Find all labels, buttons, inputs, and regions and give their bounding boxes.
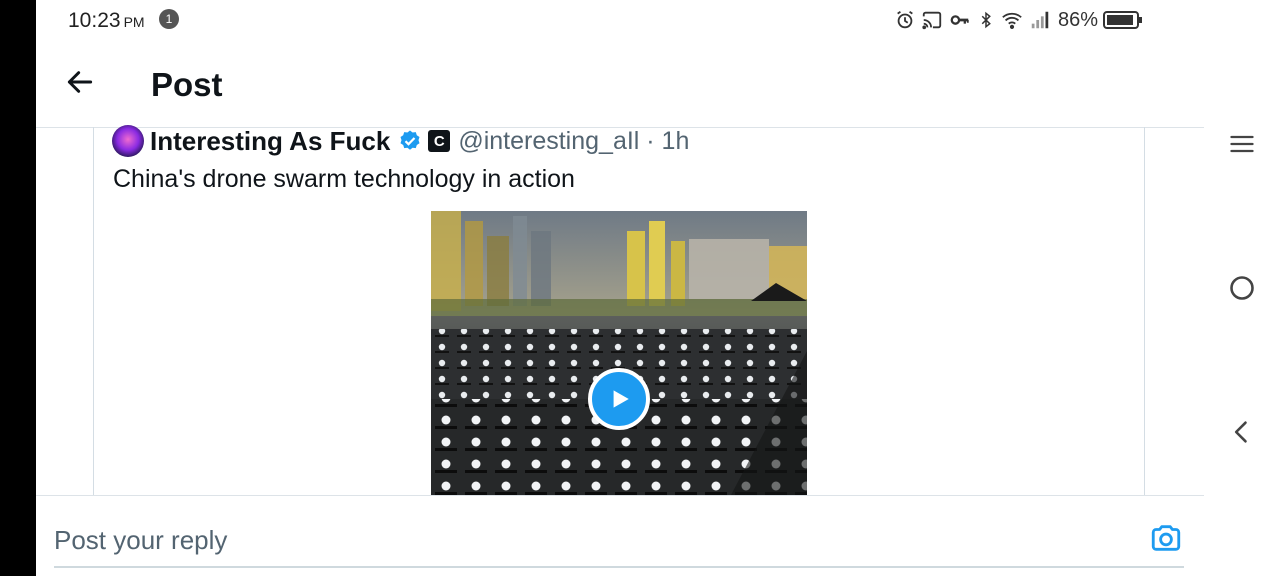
app-screen: 10:23 PM 1 86% Post Interesting As Fuck C [36, 0, 1204, 576]
video-frame-image [431, 211, 807, 495]
home-icon [1230, 276, 1254, 300]
alarm-icon [897, 10, 913, 29]
notification-badge: 1 [159, 9, 179, 29]
author-name[interactable]: Interesting As Fuck [150, 126, 390, 157]
camera-button[interactable] [1146, 518, 1186, 558]
verified-badge-icon [398, 129, 422, 153]
status-bar: 10:23 PM 1 86% [36, 0, 1204, 40]
reply-divider [36, 495, 1204, 496]
status-time: 10:23 PM [68, 9, 145, 33]
cast-icon [922, 11, 942, 30]
back-button[interactable] [60, 62, 100, 102]
post-text: China's drone swarm technology in action [113, 165, 575, 193]
top-app-bar: Post [36, 50, 1204, 122]
affiliate-badge-icon: C [428, 130, 451, 152]
page-title: Post [151, 66, 223, 103]
recents-icon [1230, 135, 1254, 153]
back-icon [1234, 421, 1247, 443]
reply-underline [54, 566, 1184, 568]
arrow-left-icon [67, 71, 93, 93]
battery-icon [1103, 11, 1143, 29]
home-button[interactable] [1222, 268, 1262, 308]
quoted-post-card[interactable]: Interesting As Fuck C @interesting_aIl ·… [93, 125, 1145, 495]
system-nav-bar [1204, 0, 1280, 576]
play-button[interactable] [588, 368, 650, 430]
recents-button[interactable] [1222, 124, 1262, 164]
avatar[interactable] [112, 125, 144, 157]
bluetooth-icon [981, 11, 991, 29]
author-row: Interesting As Fuck C @interesting_aIl ·… [112, 125, 690, 157]
clock-ampm: PM [123, 14, 145, 30]
reply-input[interactable] [54, 520, 1114, 560]
battery-percent: 86% [1058, 8, 1099, 31]
play-icon [613, 390, 629, 408]
status-icons: 86% [894, 6, 1143, 34]
video-thumbnail[interactable] [431, 211, 807, 495]
handle-and-time: @interesting_aIl · 1h [458, 126, 690, 155]
camera-icon [1151, 525, 1181, 551]
clock-time: 10:23 [68, 9, 121, 32]
nav-back-button[interactable] [1222, 412, 1262, 452]
vpn-key-icon [950, 15, 969, 25]
signal-icon [1031, 11, 1049, 29]
wifi-icon [1002, 12, 1022, 29]
